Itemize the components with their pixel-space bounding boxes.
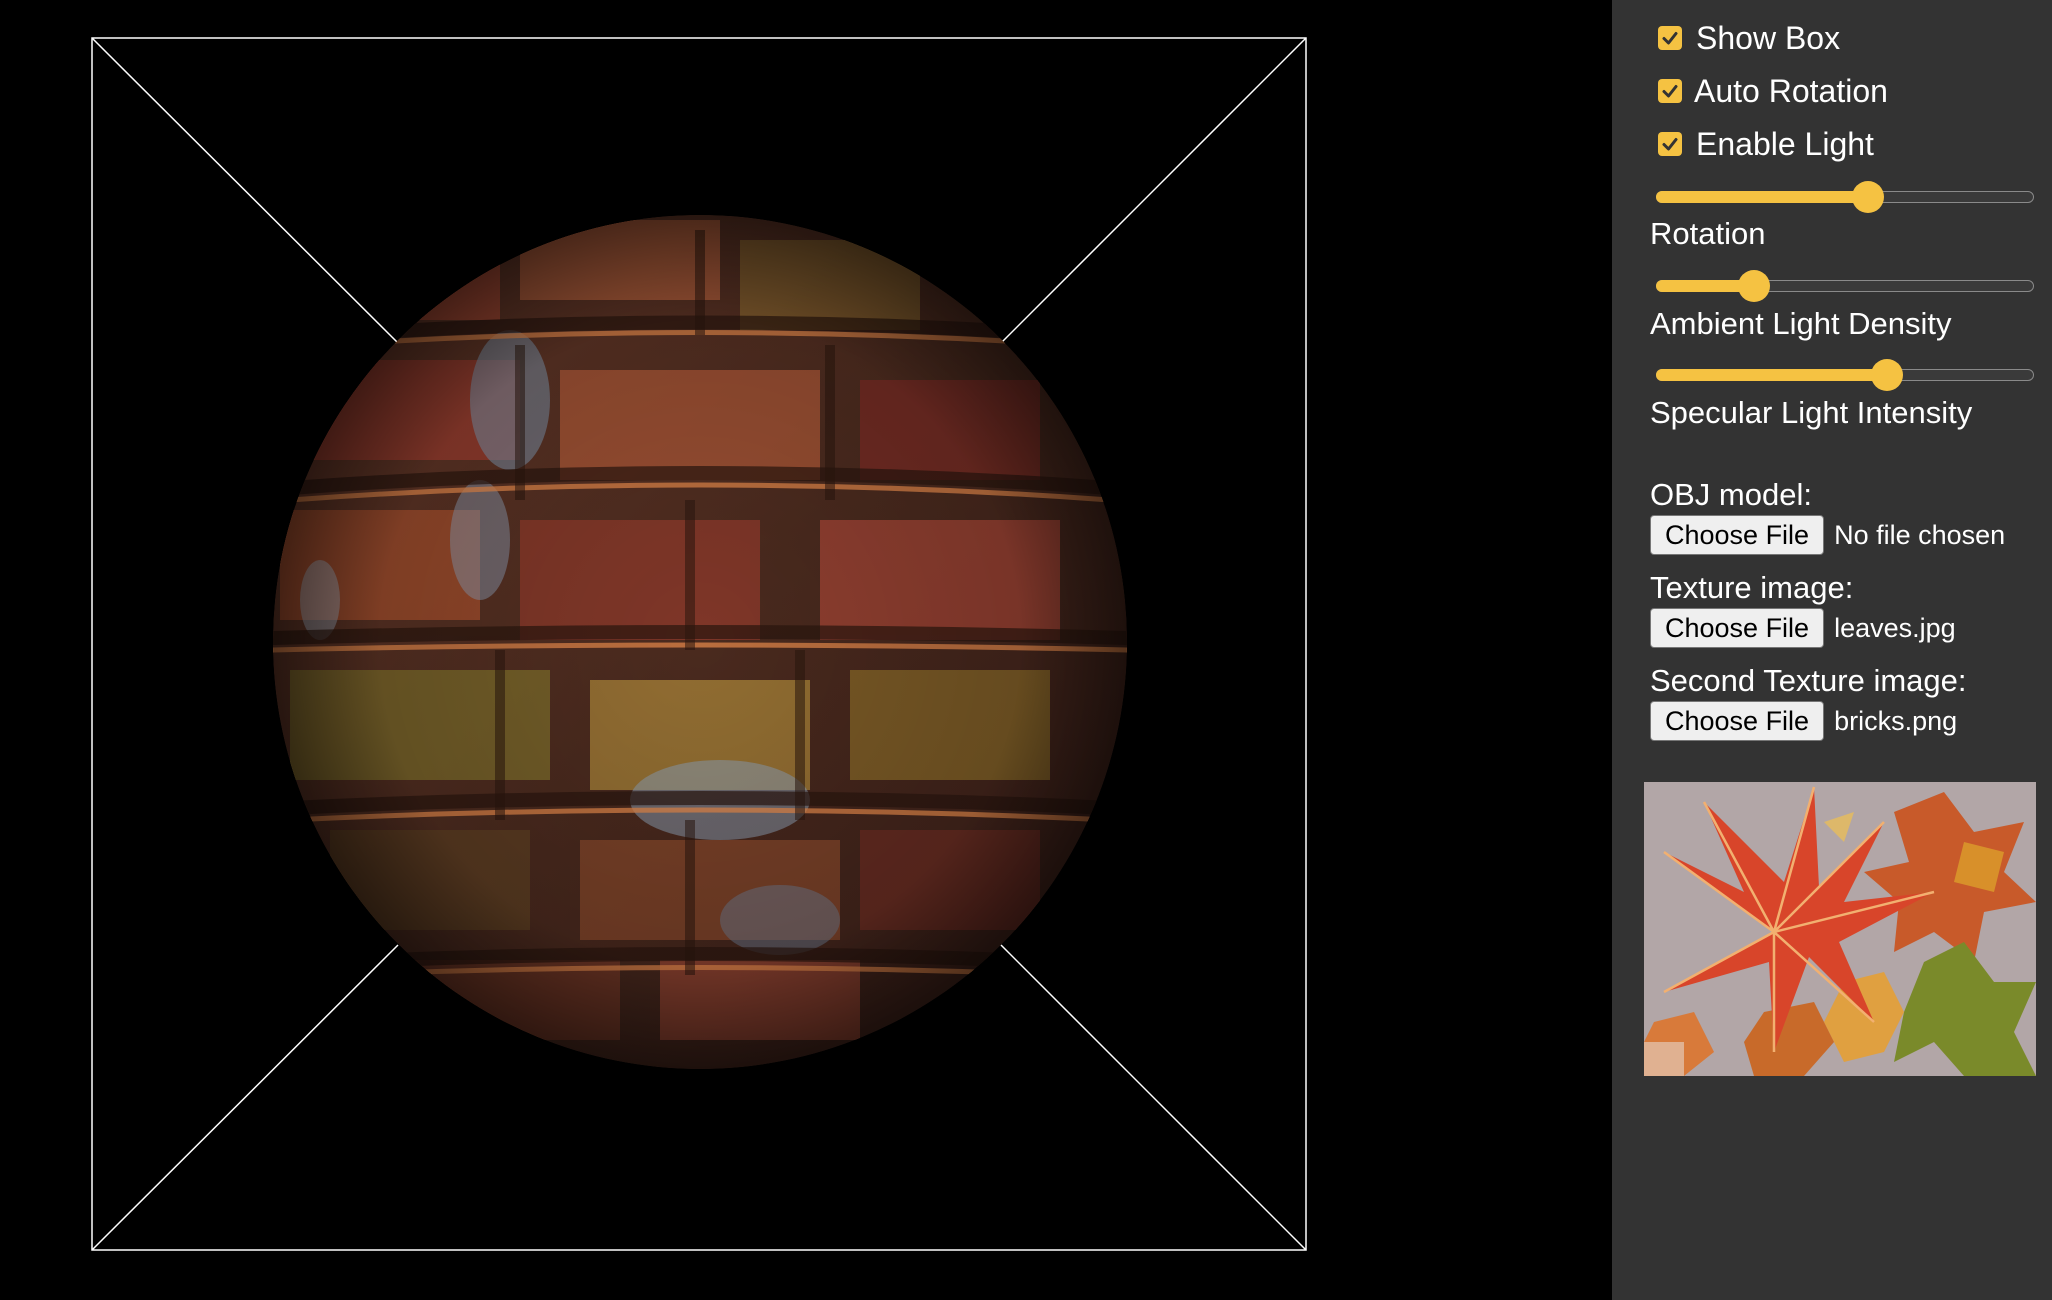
slider-thumb[interactable] — [1738, 270, 1771, 302]
ambient-light-slider[interactable] — [1656, 270, 2034, 302]
enable-light-label: Enable Light — [1696, 125, 1874, 162]
specular-light-slider[interactable] — [1656, 359, 2034, 391]
checkmark-icon[interactable] — [1658, 26, 1682, 50]
control-panel: Show Box Auto Rotation Enable Light Rota… — [1612, 0, 2052, 1300]
checkmark-icon[interactable] — [1658, 132, 1682, 156]
texture-file-name: leaves.jpg — [1834, 612, 1956, 643]
second-texture-file-input: Choose File bricks.png — [1650, 700, 1957, 742]
rotation-slider[interactable] — [1656, 181, 2034, 213]
texture-image-label: Texture image: — [1650, 570, 1854, 605]
auto-rotation-label: Auto Rotation — [1694, 72, 1888, 109]
obj-file-name: No file chosen — [1834, 519, 2006, 550]
second-texture-file-name: bricks.png — [1834, 705, 1958, 736]
texture-choose-file-button[interactable]: Choose File — [1650, 608, 1825, 648]
obj-choose-file-button[interactable]: Choose File — [1650, 515, 1825, 555]
texture-preview-image — [1644, 782, 2036, 1076]
webgl-canvas[interactable] — [0, 0, 1612, 1300]
auto-rotation-checkbox[interactable]: Auto Rotation — [1658, 69, 1888, 113]
second-texture-choose-file-button[interactable]: Choose File — [1650, 701, 1825, 741]
rotation-label: Rotation — [1650, 216, 1766, 251]
textured-sphere — [273, 215, 1127, 1069]
second-texture-label: Second Texture image: — [1650, 663, 1967, 698]
slider-thumb[interactable] — [1870, 359, 1903, 391]
obj-model-file-input: Choose File No file chosen — [1650, 514, 2005, 556]
slider-fill — [1656, 191, 1868, 203]
app-root: Show Box Auto Rotation Enable Light Rota… — [0, 0, 2052, 1300]
show-box-label: Show Box — [1696, 19, 1841, 56]
scene-svg — [91, 37, 1307, 1251]
slider-thumb[interactable] — [1851, 181, 1884, 213]
texture-file-input: Choose File leaves.jpg — [1650, 607, 1956, 649]
specular-light-label: Specular Light Intensity — [1650, 395, 1973, 430]
enable-light-checkbox[interactable]: Enable Light — [1658, 122, 1874, 166]
slider-fill — [1656, 369, 1887, 381]
checkmark-icon[interactable] — [1658, 79, 1682, 103]
obj-model-label: OBJ model: — [1650, 477, 1812, 512]
ambient-light-label: Ambient Light Density — [1650, 306, 1952, 341]
show-box-checkbox[interactable]: Show Box — [1658, 16, 1840, 60]
